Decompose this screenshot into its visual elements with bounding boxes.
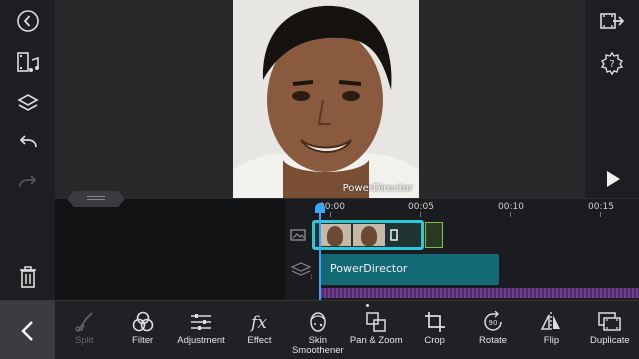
tool-label: Duplicate	[590, 335, 630, 346]
adjustment-button[interactable]: Adjustment	[172, 301, 230, 359]
timeline-drag-handle[interactable]	[67, 191, 125, 207]
play-button[interactable]	[595, 164, 629, 194]
undo-icon	[19, 135, 37, 148]
adjustment-icon	[191, 314, 212, 330]
time-ruler[interactable]: 00:00 00:05 00:10 00:15	[285, 199, 639, 217]
right-toolbar: ?	[585, 0, 639, 198]
preview-frame: PowerDirector	[233, 0, 419, 198]
video-preview: PowerDirector	[55, 0, 585, 198]
audio-track[interactable]	[320, 288, 639, 298]
rotate-button[interactable]: 90 Rotate	[464, 301, 522, 359]
tick-label: 00:10	[498, 202, 524, 212]
title-clip[interactable]: PowerDirector	[320, 254, 499, 285]
layers-button[interactable]	[11, 88, 45, 118]
pan-zoom-button[interactable]: Pan & Zoom	[347, 301, 405, 359]
portrait-image	[233, 0, 419, 198]
ruler-tick	[420, 212, 421, 217]
rotate-icon: 90	[484, 311, 502, 331]
layers-icon	[17, 94, 39, 111]
tick-label: 00:05	[408, 202, 434, 212]
skin-smoothener-icon	[310, 312, 326, 332]
pan-zoom-icon	[366, 312, 386, 332]
tool-label: Effect	[247, 335, 272, 346]
left-toolbar	[0, 0, 55, 300]
transition-marker[interactable]	[425, 222, 443, 248]
flip-icon	[541, 312, 561, 332]
video-editor: PowerDirector ? 00:00 00:05 00:10 00:15	[0, 0, 639, 359]
edit-tools: Split Filter Adjustment fx Effect Skin S…	[55, 301, 639, 359]
settings-help-button[interactable]: ?	[595, 48, 629, 78]
clip-thumbnail	[319, 224, 351, 246]
duplicate-button[interactable]: Duplicate	[581, 301, 639, 359]
redo-icon	[19, 175, 37, 188]
video-track-icon	[290, 229, 306, 244]
gear-help-icon: ?	[600, 51, 624, 75]
clip-trim-handle[interactable]	[387, 224, 401, 246]
bottom-toolbar: Split Filter Adjustment fx Effect Skin S…	[0, 300, 639, 359]
tool-label: Skin Smoothener	[291, 335, 344, 356]
svg-text:1: 1	[310, 274, 312, 279]
skin-smoothener-button[interactable]: Skin Smoothener	[289, 301, 347, 359]
tool-label: Rotate	[479, 335, 508, 346]
tool-label: Crop	[424, 335, 445, 346]
svg-text:?: ?	[609, 59, 614, 70]
tool-label: Pan & Zoom	[349, 335, 403, 346]
split-button[interactable]: Split	[55, 301, 113, 359]
ruler-tick	[330, 212, 331, 217]
tool-label: Flip	[543, 335, 560, 346]
export-film-icon	[600, 13, 625, 29]
filter-button[interactable]: Filter	[113, 301, 171, 359]
redo-button[interactable]	[11, 168, 45, 198]
video-clip[interactable]	[312, 220, 424, 250]
flip-button[interactable]: Flip	[522, 301, 580, 359]
svg-text:90: 90	[489, 319, 498, 327]
duplicate-icon	[598, 312, 621, 331]
tick-label: 00:15	[588, 202, 614, 212]
timeline[interactable]: 00:00 00:05 00:10 00:15 1 PowerDirector	[55, 191, 639, 301]
tool-label: Split	[74, 335, 94, 346]
clip-thumbnail	[353, 224, 385, 246]
back-circle-button[interactable]	[11, 6, 45, 36]
back-circle-icon	[17, 10, 39, 32]
crop-button[interactable]: Crop	[405, 301, 463, 359]
back-button[interactable]	[0, 301, 55, 359]
chevron-left-icon	[20, 320, 33, 341]
svg-text:fx: fx	[249, 313, 267, 333]
export-button[interactable]	[595, 6, 629, 36]
fx-icon: fx	[249, 313, 267, 333]
watermark-text: PowerDirector	[342, 183, 413, 194]
media-library-button[interactable]	[11, 48, 45, 78]
film-music-icon	[17, 52, 39, 72]
effect-button[interactable]: fx Effect	[230, 301, 288, 359]
ruler-tick	[510, 212, 511, 217]
tool-label: Filter	[132, 335, 154, 346]
tool-label: Adjustment	[177, 335, 225, 346]
undo-button[interactable]	[11, 128, 45, 158]
playhead[interactable]	[315, 203, 325, 301]
filter-icon	[132, 311, 153, 332]
crop-icon	[424, 312, 445, 332]
delete-button[interactable]	[11, 262, 45, 292]
overlay-track-icon: 1	[290, 261, 314, 282]
trash-icon	[20, 266, 36, 288]
play-icon	[607, 171, 620, 187]
ruler-tick	[600, 212, 601, 217]
split-icon	[75, 312, 93, 332]
